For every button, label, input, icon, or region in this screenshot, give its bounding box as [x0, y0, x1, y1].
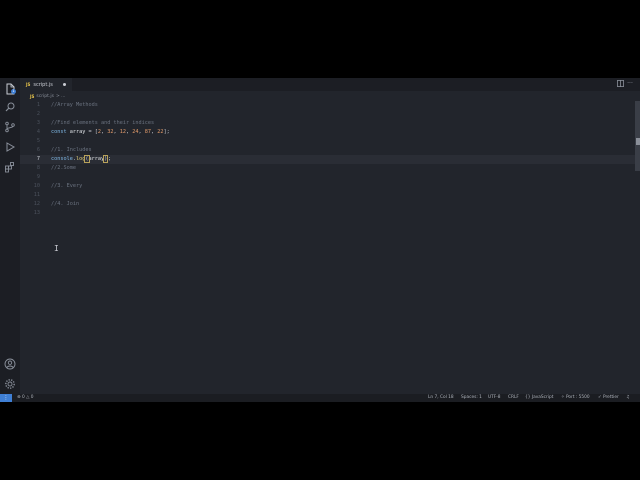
notifications-bell-icon[interactable]: ♫: [626, 394, 630, 402]
language-label: JavaScript: [531, 395, 554, 400]
code-text[interactable]: //Array Methods: [51, 101, 98, 110]
port-label: Port : 5500: [565, 395, 590, 400]
source-control-icon[interactable]: [3, 120, 17, 134]
code-line[interactable]: 13: [20, 209, 636, 218]
broadcast-icon: ✧: [561, 395, 565, 400]
code-line[interactable]: 9: [20, 173, 636, 182]
code-text[interactable]: console.log(array);: [51, 155, 111, 164]
line-number: 7: [36, 156, 40, 162]
code-editor[interactable]: 1 //Array Methods 2 3 //Find elements an…: [20, 101, 640, 394]
tab-bar: JS script.js ···: [20, 78, 640, 91]
line-number: 13: [33, 210, 40, 216]
keyword-token: const: [51, 129, 67, 135]
line-number: 6: [36, 147, 40, 153]
tab-label: script.js: [33, 81, 53, 88]
code-line[interactable]: 8 //2.Some: [20, 164, 636, 173]
overview-ruler-marker: [636, 138, 640, 145]
code-line[interactable]: 6 //1. Includes: [20, 146, 636, 155]
identifier-token: array: [69, 129, 86, 135]
problems-indicator[interactable]: ⊗ 0 △ 0: [17, 394, 34, 402]
code-text[interactable]: //4. Join: [51, 200, 79, 209]
line-number: 10: [33, 183, 40, 189]
language-mode[interactable]: {} JavaScript: [525, 394, 553, 402]
line-number: 11: [33, 192, 40, 198]
warning-count: 0: [30, 395, 34, 400]
unsaved-dot-icon[interactable]: [63, 83, 66, 86]
code-text[interactable]: //2.Some: [51, 164, 76, 173]
code-text[interactable]: const array = [2, 32, 12, 24, 87, 22];: [51, 128, 170, 137]
code-line[interactable]: 12 //4. Join: [20, 200, 636, 209]
split-editor-icon[interactable]: [616, 80, 624, 88]
line-number: 2: [36, 111, 40, 117]
search-icon[interactable]: [3, 100, 17, 114]
check-icon: ✓: [598, 395, 602, 400]
cursor-position[interactable]: Ln 7, Col 18: [428, 394, 454, 402]
prettier-status[interactable]: ✓ Prettier: [598, 394, 619, 402]
code-line[interactable]: 2: [20, 110, 636, 119]
tab-script-js[interactable]: JS script.js: [20, 78, 72, 91]
code-text[interactable]: //1. Includes: [51, 146, 92, 155]
breadcrumb-trail[interactable]: > ...: [56, 94, 66, 99]
javascript-file-icon: JS: [30, 94, 35, 99]
line-number: 4: [36, 129, 40, 135]
code-line[interactable]: 4 const array = [2, 32, 12, 24, 87, 22];: [20, 128, 636, 137]
code-text[interactable]: //Find elements and their indices: [51, 119, 154, 128]
live-server-port[interactable]: ✧ Port : 5500: [561, 394, 590, 402]
code-line[interactable]: 3 //Find elements and their indices: [20, 119, 636, 128]
remote-icon[interactable]: ⋮: [0, 394, 12, 402]
settings-gear-icon[interactable]: [3, 377, 17, 391]
mouse-ibeam-cursor-icon: I: [54, 244, 59, 253]
braces-icon: {}: [525, 395, 531, 400]
error-count: 0: [21, 395, 25, 400]
activity-bar: 1: [0, 78, 20, 394]
account-icon[interactable]: [3, 357, 17, 371]
punctuation-token: ;: [166, 129, 170, 135]
indentation[interactable]: Spaces: 1: [461, 394, 482, 402]
code-line[interactable]: 10 //3. Every: [20, 182, 636, 191]
warning-icon: △: [26, 395, 30, 400]
breadcrumb-file[interactable]: script.js: [36, 94, 54, 99]
status-bar: ⋮ ⊗ 0 △ 0 Ln 7, Col 18 Spaces: 1 UTF-8 C…: [0, 394, 640, 402]
code-line[interactable]: 5: [20, 137, 636, 146]
breadcrumb[interactable]: JS script.js > ...: [30, 93, 65, 100]
line-number: 1: [36, 102, 40, 108]
vscode-window: 1 JS script.js ··· JS script.js > ... 1 …: [0, 78, 640, 402]
explorer-badge: 1: [11, 89, 16, 94]
line-number: 8: [36, 165, 40, 171]
more-actions-icon[interactable]: ···: [626, 80, 634, 88]
identifier-token: array: [88, 156, 105, 162]
line-number: 5: [36, 138, 40, 144]
vertical-scrollbar[interactable]: [635, 101, 640, 171]
line-number: 12: [33, 201, 40, 207]
function-token: log: [76, 156, 86, 162]
line-number: 3: [36, 120, 40, 126]
code-text[interactable]: //3. Every: [51, 182, 82, 191]
line-number: 9: [36, 174, 40, 180]
encoding[interactable]: UTF-8: [488, 394, 501, 402]
javascript-file-icon: JS: [26, 82, 31, 87]
code-line-current[interactable]: 7 console.log(array);: [20, 155, 636, 164]
identifier-token: console: [51, 156, 73, 162]
end-of-line[interactable]: CRLF: [508, 394, 519, 402]
extensions-icon[interactable]: [3, 160, 17, 174]
code-line[interactable]: 11: [20, 191, 636, 200]
run-debug-icon[interactable]: [3, 140, 17, 154]
prettier-label: Prettier: [602, 395, 619, 400]
code-line[interactable]: 1 //Array Methods: [20, 101, 636, 110]
punctuation-token: ;: [107, 156, 112, 162]
error-icon: ⊗: [17, 395, 21, 400]
